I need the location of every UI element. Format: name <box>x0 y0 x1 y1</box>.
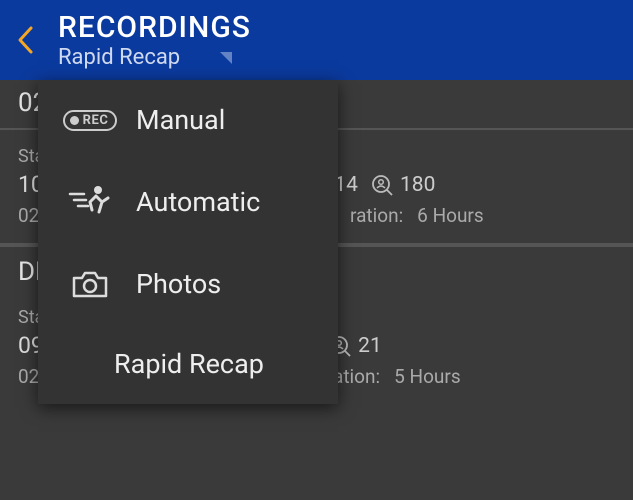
back-button[interactable] <box>10 20 40 60</box>
duration-label: ration: <box>350 204 403 227</box>
app-header: RECORDINGS Rapid Recap <box>0 0 633 80</box>
filter-dropdown-trigger[interactable]: Rapid Recap <box>58 45 251 70</box>
duration-value: 5 Hours <box>394 365 461 388</box>
person-search-icon <box>370 173 394 197</box>
dropdown-item-automatic[interactable]: Automatic <box>38 160 338 244</box>
dropdown-item-label: Automatic <box>136 186 260 218</box>
dropdown-item-label: Manual <box>136 104 225 136</box>
motion-icon <box>66 184 114 220</box>
dropdown-item-rapid-recap[interactable]: Rapid Recap <box>38 324 338 404</box>
filter-dropdown-menu: REC Manual Automatic Photos Rapid Recap <box>38 80 338 404</box>
duration-value: 6 Hours <box>417 204 484 227</box>
rec-icon: REC <box>66 110 114 131</box>
dropdown-triangle-icon <box>220 52 232 64</box>
header-titles: RECORDINGS Rapid Recap <box>58 10 251 70</box>
stat-people-value: 21 <box>358 334 382 358</box>
camera-icon <box>66 268 114 300</box>
stat-people: 180 <box>370 173 435 197</box>
page-title: RECORDINGS <box>58 10 251 45</box>
stat-people-value: 180 <box>400 173 435 197</box>
dropdown-item-manual[interactable]: REC Manual <box>38 80 338 160</box>
filter-label: Rapid Recap <box>58 45 180 70</box>
chevron-left-icon <box>16 25 34 55</box>
dropdown-item-label: Photos <box>136 268 221 300</box>
dropdown-item-label: Rapid Recap <box>114 348 264 380</box>
dropdown-item-photos[interactable]: Photos <box>38 244 338 324</box>
